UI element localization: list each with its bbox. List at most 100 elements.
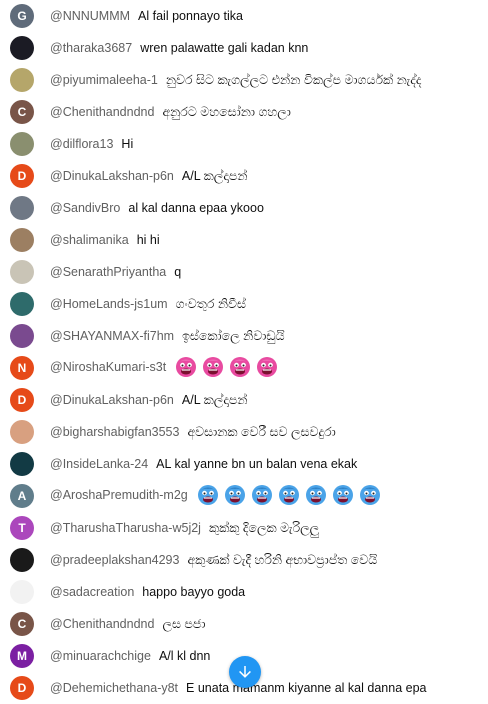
message-text: happo bayyo goda xyxy=(142,585,246,599)
avatar[interactable] xyxy=(10,196,34,220)
avatar[interactable] xyxy=(10,260,34,284)
chat-message[interactable]: G @NNNUMMM Al fail ponnayo tika xyxy=(0,0,488,32)
chat-message[interactable]: @dilflora13 Hi xyxy=(0,128,488,160)
avatar[interactable] xyxy=(10,292,34,316)
author-name[interactable]: @piyumimaleeha-1 xyxy=(50,73,158,87)
author-name[interactable]: @Dehemichethana-y8t xyxy=(50,681,178,695)
author-name[interactable]: @Chenithandndnd xyxy=(50,105,154,119)
author-name[interactable]: @pradeeplakshan4293 xyxy=(50,553,179,567)
chat-message[interactable]: @bigharshabigfan3553 අවසානක වෙරී සව ලසවදු… xyxy=(0,416,488,448)
avatar[interactable]: D xyxy=(10,676,34,700)
chat-message[interactable]: @SandivBro al kal danna epaa ykooo xyxy=(0,192,488,224)
avatar[interactable]: D xyxy=(10,388,34,412)
message-body: @minuarachchige A/l kl dnn xyxy=(50,647,480,665)
author-name[interactable]: @SHAYANMAX-fi7hm xyxy=(50,329,174,343)
chat-message[interactable]: C @Chenithandndnd ලස පජා xyxy=(0,608,488,640)
avatar[interactable]: G xyxy=(10,4,34,28)
message-body: @tharaka3687 wren palawatte gali kadan kn… xyxy=(50,39,480,57)
avatar[interactable] xyxy=(10,548,34,572)
message-text: ගංවතුර නිවීස් xyxy=(175,297,247,311)
author-name[interactable]: @DinukaLakshan-p6n xyxy=(50,169,174,183)
chat-message[interactable]: @InsideLanka-24 AL kal yanne bn un balan … xyxy=(0,448,488,480)
message-text: hi hi xyxy=(136,233,160,247)
message-body: @DinukaLakshan-p6n A/L කල්දාපන් xyxy=(50,391,480,409)
pink-face-emoji xyxy=(174,354,198,383)
blue-face-emoji xyxy=(331,482,355,511)
avatar[interactable]: D xyxy=(10,164,34,188)
avatar[interactable] xyxy=(10,580,34,604)
message-text: AL kal yanne bn un balan vena ekak xyxy=(156,457,358,471)
chat-message[interactable]: @SHAYANMAX-fi7hm ඉස්කෝලෙ නිවාඩුයි xyxy=(0,320,488,352)
chat-message[interactable]: @sadacreation happo bayyo goda xyxy=(0,576,488,608)
avatar[interactable] xyxy=(10,68,34,92)
message-text: q xyxy=(174,265,182,279)
avatar[interactable] xyxy=(10,132,34,156)
chat-message[interactable]: @tharaka3687 wren palawatte gali kadan kn… xyxy=(0,32,488,64)
message-text: අකුණක් වැදී හරිනි අභාවප්‍රාප්ත වෙයි xyxy=(187,553,378,567)
message-body: @bigharshabigfan3553 අවසානක වෙරී සව ලසවදු… xyxy=(50,423,480,441)
avatar[interactable]: M xyxy=(10,644,34,668)
message-body: @Chenithandndnd අනුරට මහසෝනා ගහලා xyxy=(50,103,480,121)
avatar[interactable] xyxy=(10,36,34,60)
chat-message[interactable]: T @TharushaTharusha-w5j2j කුක්කු දිලෙක මැර… xyxy=(0,512,488,544)
author-name[interactable]: @sadacreation xyxy=(50,585,134,599)
arrow-down-icon xyxy=(239,666,251,678)
author-name[interactable]: @minuarachchige xyxy=(50,649,151,663)
pink-face-emoji xyxy=(255,354,279,383)
author-name[interactable]: @DinukaLakshan-p6n xyxy=(50,393,174,407)
avatar[interactable]: C xyxy=(10,612,34,636)
chat-message[interactable]: @HomeLands-js1um ගංවතුර නිවීස් xyxy=(0,288,488,320)
avatar[interactable]: A xyxy=(10,484,34,508)
chat-message[interactable]: D @DinukaLakshan-p6n A/L කල්දාපන් xyxy=(0,160,488,192)
message-text: A/L කල්දාපන් xyxy=(181,393,248,407)
avatar[interactable] xyxy=(10,228,34,252)
chat-message[interactable]: @SenarathPriyantha q xyxy=(0,256,488,288)
message-text: E unata mamanm kiyanne al kal danna epa xyxy=(186,681,427,695)
avatar[interactable] xyxy=(10,420,34,444)
author-name[interactable]: @SandivBro xyxy=(50,201,120,215)
message-text: Hi xyxy=(121,137,134,151)
pink-face-emoji xyxy=(228,354,252,383)
author-name[interactable]: @HomeLands-js1um xyxy=(50,297,168,311)
blue-face-emoji xyxy=(277,482,301,511)
author-name[interactable]: @tharaka3687 xyxy=(50,41,132,55)
avatar[interactable] xyxy=(10,452,34,476)
message-body: @NNNUMMM Al fail ponnayo tika xyxy=(50,7,480,25)
message-body: @SenarathPriyantha q xyxy=(50,263,480,281)
chat-message[interactable]: @pradeeplakshan4293 අකුණක් වැදී හරිනි අභා… xyxy=(0,544,488,576)
message-body: @TharushaTharusha-w5j2j කුක්කු දිලෙක මැරි… xyxy=(50,519,480,537)
message-body: @AroshaPremudith-m2g xyxy=(50,482,480,511)
author-name[interactable]: @shalimanika xyxy=(50,233,129,247)
blue-face-emoji xyxy=(358,482,382,511)
avatar[interactable]: N xyxy=(10,356,34,380)
chat-message[interactable]: D @DinukaLakshan-p6n A/L කල්දාපන් xyxy=(0,384,488,416)
chat-message[interactable]: @piyumimaleeha-1 නුවර සිට කැගල්ලට එන්න වි… xyxy=(0,64,488,96)
scroll-to-bottom-button[interactable] xyxy=(229,656,261,688)
message-body: @SandivBro al kal danna epaa ykooo xyxy=(50,199,480,217)
message-body: @pradeeplakshan4293 අකුණක් වැදී හරිනි අභා… xyxy=(50,551,480,569)
chat-message[interactable]: C @Chenithandndnd අනුරට මහසෝනා ගහලා xyxy=(0,96,488,128)
message-body: @Dehemichethana-y8t E unata mamanm kiyann… xyxy=(50,679,480,697)
author-name[interactable]: @dilflora13 xyxy=(50,137,113,151)
message-body: @shalimanika hi hi xyxy=(50,231,480,249)
author-name[interactable]: @SenarathPriyantha xyxy=(50,265,166,279)
author-name[interactable]: @TharushaTharusha-w5j2j xyxy=(50,521,201,535)
message-text: A/l kl dnn xyxy=(158,649,211,663)
author-name[interactable]: @NiroshaKumari-s3t xyxy=(50,360,166,374)
author-name[interactable]: @Chenithandndnd xyxy=(50,617,154,631)
chat-message[interactable]: A @AroshaPremudith-m2g xyxy=(0,480,488,512)
chat-message[interactable]: @shalimanika hi hi xyxy=(0,224,488,256)
avatar[interactable]: C xyxy=(10,100,34,124)
author-name[interactable]: @InsideLanka-24 xyxy=(50,457,148,471)
message-body: @piyumimaleeha-1 නුවර සිට කැගල්ලට එන්න වි… xyxy=(50,71,480,89)
blue-face-emoji xyxy=(250,482,274,511)
avatar[interactable]: T xyxy=(10,516,34,540)
message-text: Al fail ponnayo tika xyxy=(138,9,243,23)
message-body: @SHAYANMAX-fi7hm ඉස්කෝලෙ නිවාඩුයි xyxy=(50,327,480,345)
author-name[interactable]: @AroshaPremudith-m2g xyxy=(50,488,188,502)
chat-message[interactable]: N @NiroshaKumari-s3t xyxy=(0,352,488,384)
author-name[interactable]: @bigharshabigfan3553 xyxy=(50,425,179,439)
avatar[interactable] xyxy=(10,324,34,348)
author-name[interactable]: @NNNUMMM xyxy=(50,9,130,23)
blue-face-emoji xyxy=(223,482,247,511)
